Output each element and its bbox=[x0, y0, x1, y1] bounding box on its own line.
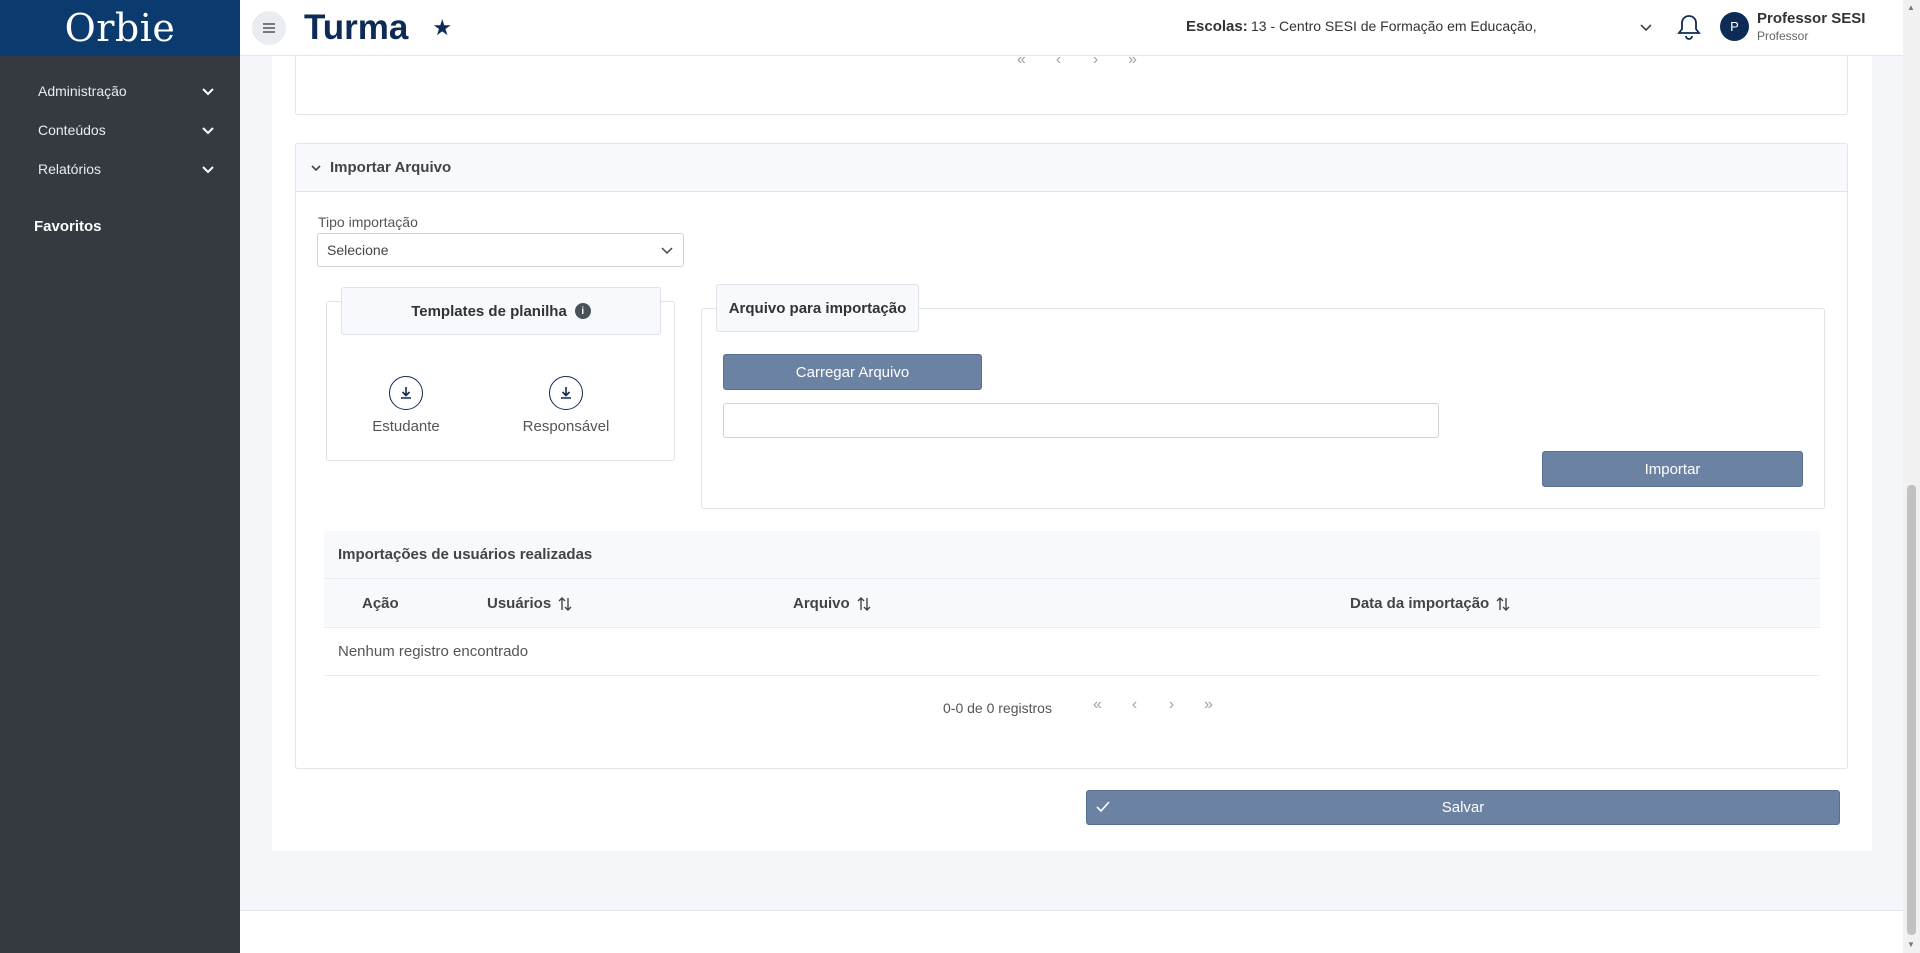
sidebar: Orbie Administração Conteúdos Relatórios… bbox=[0, 0, 240, 953]
download-template-responsavel[interactable]: Responsável bbox=[517, 376, 615, 435]
sidebar-item-relatorios[interactable]: Relatórios bbox=[0, 149, 240, 188]
chevron-down-icon bbox=[202, 165, 214, 173]
chevron-down-icon[interactable] bbox=[1637, 18, 1655, 36]
favorite-star-icon[interactable]: ★ bbox=[432, 15, 452, 41]
sidebar-item-conteudos[interactable]: Conteúdos bbox=[0, 110, 240, 149]
scroll-down-icon[interactable]: ▼ bbox=[1907, 940, 1915, 949]
chevron-down-icon bbox=[661, 247, 673, 255]
menu-toggle-button[interactable] bbox=[252, 10, 286, 45]
templates-title-text: Templates de planilha bbox=[411, 302, 567, 320]
column-label: Data da importação bbox=[1350, 595, 1490, 612]
download-template-estudante[interactable]: Estudante bbox=[362, 376, 450, 435]
user-role: Professor bbox=[1757, 29, 1809, 43]
favorites-heading[interactable]: Favoritos bbox=[0, 218, 240, 235]
salvar-label: Salvar bbox=[1441, 799, 1485, 816]
sidebar-nav: Administração Conteúdos Relatórios bbox=[0, 56, 240, 188]
table-footer: 0-0 de 0 registros « ‹ › » bbox=[324, 676, 1820, 736]
salvar-button[interactable]: Salvar bbox=[1086, 790, 1840, 825]
check-icon bbox=[1096, 801, 1110, 813]
history-title: Importações de usuários realizadas bbox=[324, 531, 1820, 579]
column-label: Arquivo bbox=[793, 595, 850, 612]
chevron-down-icon bbox=[311, 164, 321, 171]
last-page-button[interactable]: » bbox=[1190, 696, 1227, 714]
templates-title: Templates de planilha i bbox=[341, 287, 661, 335]
file-name-field[interactable] bbox=[723, 403, 1439, 438]
column-usuarios[interactable]: Usuários bbox=[487, 595, 573, 612]
previous-section-panel: « ‹ › » bbox=[295, 51, 1848, 115]
bell-icon[interactable] bbox=[1676, 13, 1702, 41]
sort-icon bbox=[558, 596, 572, 611]
column-acao: Ação bbox=[362, 595, 399, 612]
column-data-importacao[interactable]: Data da importação bbox=[1350, 595, 1511, 612]
scroll-up-icon[interactable]: ▲ bbox=[1907, 3, 1915, 12]
page-footer bbox=[240, 910, 1903, 953]
escolas-label: Escolas: bbox=[1186, 18, 1248, 35]
top-pagination: « ‹ › » bbox=[1003, 51, 1151, 69]
import-history-table: Importações de usuários realizadas Ação … bbox=[324, 531, 1820, 736]
scroll-thumb[interactable] bbox=[1907, 485, 1916, 935]
next-page-button[interactable]: › bbox=[1153, 696, 1190, 714]
download-label: Responsável bbox=[522, 418, 610, 435]
last-page-button[interactable]: » bbox=[1114, 51, 1151, 69]
carregar-arquivo-button[interactable]: Carregar Arquivo bbox=[723, 354, 982, 390]
tipo-importacao-value: Selecione bbox=[327, 242, 389, 258]
import-section-title: Importar Arquivo bbox=[330, 159, 452, 176]
prev-page-button[interactable]: ‹ bbox=[1040, 51, 1077, 69]
sort-icon bbox=[1496, 596, 1510, 611]
chevron-down-icon bbox=[202, 126, 214, 134]
top-header: Turma ★ Escolas: 13 - Centro SESI de For… bbox=[240, 0, 1903, 56]
records-count: 0-0 de 0 registros bbox=[943, 700, 1052, 716]
sidebar-item-label: Relatórios bbox=[38, 160, 102, 177]
tipo-importacao-select[interactable]: Selecione bbox=[317, 233, 684, 267]
avatar[interactable]: P bbox=[1720, 12, 1749, 41]
first-page-button[interactable]: « bbox=[1079, 696, 1116, 714]
download-label: Estudante bbox=[372, 418, 440, 435]
arquivo-title: Arquivo para importação bbox=[716, 284, 919, 332]
first-page-button[interactable]: « bbox=[1003, 51, 1040, 69]
tipo-importacao-label: Tipo importação bbox=[318, 214, 418, 230]
sort-icon bbox=[857, 596, 871, 611]
table-pagination: « ‹ › » bbox=[1079, 696, 1227, 714]
escolas-select[interactable]: 13 - Centro SESI de Formação em Educação… bbox=[1251, 18, 1537, 34]
hamburger-icon bbox=[263, 22, 275, 33]
table-header: Ação Usuários Arquivo Data da importação bbox=[324, 579, 1820, 628]
user-name[interactable]: Professor SESI bbox=[1757, 10, 1865, 27]
logo-container[interactable]: Orbie bbox=[0, 0, 240, 56]
app-logo[interactable]: Orbie bbox=[65, 6, 176, 50]
column-arquivo[interactable]: Arquivo bbox=[793, 595, 872, 612]
download-icon bbox=[389, 376, 423, 410]
info-icon[interactable]: i bbox=[574, 303, 591, 319]
page-scrollbar[interactable]: ▲ ▼ bbox=[1903, 0, 1920, 953]
sidebar-item-label: Administração bbox=[38, 82, 127, 99]
prev-page-button[interactable]: ‹ bbox=[1116, 696, 1153, 714]
import-panel: Importar Arquivo Tipo importação Selecio… bbox=[295, 143, 1848, 769]
importar-button[interactable]: Importar bbox=[1542, 451, 1803, 487]
page-title: Turma bbox=[304, 7, 409, 47]
sidebar-item-administracao[interactable]: Administração bbox=[0, 71, 240, 110]
import-section-header[interactable]: Importar Arquivo bbox=[296, 144, 1847, 192]
chevron-down-icon bbox=[202, 87, 214, 95]
column-label: Ação bbox=[362, 595, 399, 612]
column-label: Usuários bbox=[487, 595, 552, 612]
sidebar-item-label: Conteúdos bbox=[38, 121, 106, 138]
download-icon bbox=[549, 376, 583, 410]
next-page-button[interactable]: › bbox=[1077, 51, 1114, 69]
empty-message: Nenhum registro encontrado bbox=[324, 628, 1820, 676]
